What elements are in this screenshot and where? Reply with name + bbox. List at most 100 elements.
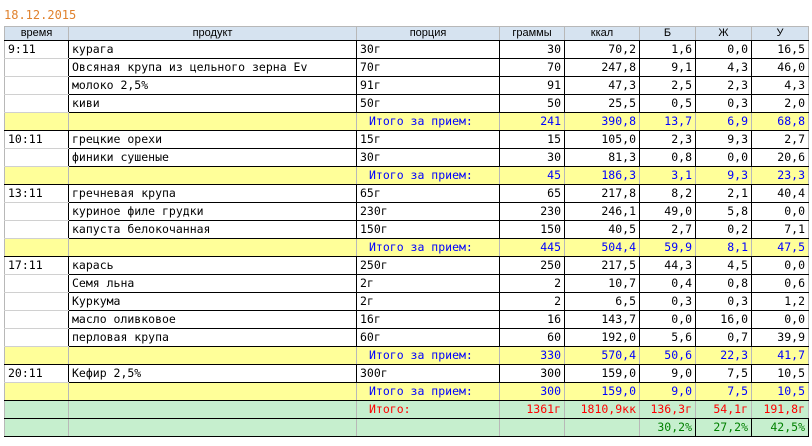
cell-kcal[interactable]: 81,3 (564, 148, 640, 167)
cell-protein[interactable]: 1,6 (639, 40, 696, 59)
cell-protein[interactable]: 0,0 (639, 310, 696, 329)
cell-time[interactable] (4, 310, 69, 329)
cell-portion[interactable]: 230г (356, 202, 500, 221)
cell-fat[interactable]: 0,3 (695, 94, 752, 113)
header-carbs[interactable]: У (751, 26, 809, 41)
cell-protein[interactable]: 5,6 (639, 328, 696, 347)
cell-protein[interactable]: 0,8 (639, 148, 696, 167)
cell-empty[interactable] (68, 238, 357, 257)
cell-kcal[interactable]: 47,3 (564, 76, 640, 95)
cell-carbs[interactable]: 20,6 (751, 148, 809, 167)
cell-kcal[interactable]: 40,5 (564, 220, 640, 239)
cell-carbs[interactable]: 39,9 (751, 328, 809, 347)
cell-product[interactable]: грецкие орехи (68, 130, 357, 149)
percent-fat[interactable]: 27,2% (695, 418, 752, 437)
cell-protein[interactable]: 44,3 (639, 256, 696, 275)
cell-grams[interactable]: 230 (499, 202, 565, 221)
cell-grams[interactable]: 250 (499, 256, 565, 275)
cell-portion[interactable]: 70г (356, 58, 500, 77)
cell-empty[interactable] (4, 382, 69, 401)
cell-portion[interactable]: 50г (356, 94, 500, 113)
cell-fat[interactable]: 2,1 (695, 184, 752, 203)
subtotal-carbs[interactable]: 68,8 (751, 112, 809, 131)
header-portion[interactable]: порция (356, 26, 500, 41)
cell-product[interactable]: гречневая крупа (68, 184, 357, 203)
cell-kcal[interactable]: 159,0 (564, 364, 640, 383)
cell-empty[interactable] (4, 418, 69, 437)
cell-grams[interactable]: 30 (499, 148, 565, 167)
subtotal-fat[interactable]: 9,3 (695, 166, 752, 185)
subtotal-carbs[interactable]: 10,5 (751, 382, 809, 401)
cell-protein[interactable]: 2,3 (639, 130, 696, 149)
cell-kcal[interactable]: 246,1 (564, 202, 640, 221)
cell-grams[interactable]: 2 (499, 274, 565, 293)
total-carbs[interactable]: 191,8г (751, 400, 809, 419)
subtotal-protein[interactable]: 59,9 (639, 238, 696, 257)
cell-time[interactable] (4, 202, 69, 221)
cell-fat[interactable]: 0,8 (695, 274, 752, 293)
cell-portion[interactable]: 91г (356, 76, 500, 95)
subtotal-grams[interactable]: 445 (499, 238, 565, 257)
cell-kcal[interactable]: 70,2 (564, 40, 640, 59)
cell-grams[interactable]: 150 (499, 220, 565, 239)
cell-portion[interactable]: 2г (356, 292, 500, 311)
cell-kcal[interactable]: 10,7 (564, 274, 640, 293)
cell-fat[interactable]: 4,5 (695, 256, 752, 275)
cell-portion[interactable]: 60г (356, 328, 500, 347)
cell-product[interactable]: курага (68, 40, 357, 59)
cell-empty[interactable] (4, 346, 69, 365)
subtotal-label[interactable]: Итого за прием: (356, 238, 500, 257)
cell-portion[interactable]: 16г (356, 310, 500, 329)
cell-carbs[interactable]: 16,5 (751, 40, 809, 59)
cell-protein[interactable]: 0,4 (639, 274, 696, 293)
cell-carbs[interactable]: 0,0 (751, 256, 809, 275)
cell-product[interactable]: молоко 2,5% (68, 76, 357, 95)
cell-protein[interactable]: 2,7 (639, 220, 696, 239)
cell-fat[interactable]: 0,3 (695, 292, 752, 311)
percent-protein[interactable]: 30,2% (639, 418, 696, 437)
cell-carbs[interactable]: 0,6 (751, 274, 809, 293)
subtotal-label[interactable]: Итого за прием: (356, 382, 500, 401)
cell-time[interactable] (4, 328, 69, 347)
cell-protein[interactable]: 0,3 (639, 292, 696, 311)
cell-grams[interactable]: 60 (499, 328, 565, 347)
cell-portion[interactable]: 65г (356, 184, 500, 203)
subtotal-kcal[interactable]: 504,4 (564, 238, 640, 257)
cell-time[interactable] (4, 58, 69, 77)
cell-product[interactable]: масло оливковое (68, 310, 357, 329)
cell-kcal[interactable]: 105,0 (564, 130, 640, 149)
cell-kcal[interactable]: 6,5 (564, 292, 640, 311)
subtotal-protein[interactable]: 50,6 (639, 346, 696, 365)
cell-grams[interactable]: 30 (499, 40, 565, 59)
cell-carbs[interactable]: 2,7 (751, 130, 809, 149)
cell-grams[interactable]: 50 (499, 94, 565, 113)
cell-empty[interactable] (499, 418, 565, 437)
cell-time[interactable] (4, 220, 69, 239)
header-kcal[interactable]: ккал (564, 26, 640, 41)
cell-carbs[interactable]: 0,0 (751, 202, 809, 221)
cell-kcal[interactable]: 192,0 (564, 328, 640, 347)
subtotal-grams[interactable]: 300 (499, 382, 565, 401)
subtotal-fat[interactable]: 6,9 (695, 112, 752, 131)
cell-protein[interactable]: 49,0 (639, 202, 696, 221)
cell-empty[interactable] (68, 166, 357, 185)
subtotal-fat[interactable]: 22,3 (695, 346, 752, 365)
cell-carbs[interactable]: 10,5 (751, 364, 809, 383)
cell-protein[interactable]: 2,5 (639, 76, 696, 95)
cell-product[interactable]: Кефир 2,5% (68, 364, 357, 383)
cell-grams[interactable]: 65 (499, 184, 565, 203)
cell-carbs[interactable]: 4,3 (751, 76, 809, 95)
subtotal-kcal[interactable]: 390,8 (564, 112, 640, 131)
cell-fat[interactable]: 9,3 (695, 130, 752, 149)
cell-empty[interactable] (356, 418, 500, 437)
subtotal-carbs[interactable]: 47,5 (751, 238, 809, 257)
cell-carbs[interactable]: 1,2 (751, 292, 809, 311)
cell-carbs[interactable]: 0,0 (751, 310, 809, 329)
cell-product[interactable]: Овсяная крупа из цельного зерна Ev (68, 58, 357, 77)
cell-fat[interactable]: 7,5 (695, 364, 752, 383)
cell-fat[interactable]: 16,0 (695, 310, 752, 329)
cell-grams[interactable]: 2 (499, 292, 565, 311)
cell-portion[interactable]: 2г (356, 274, 500, 293)
cell-product[interactable]: киви (68, 94, 357, 113)
cell-fat[interactable]: 5,8 (695, 202, 752, 221)
